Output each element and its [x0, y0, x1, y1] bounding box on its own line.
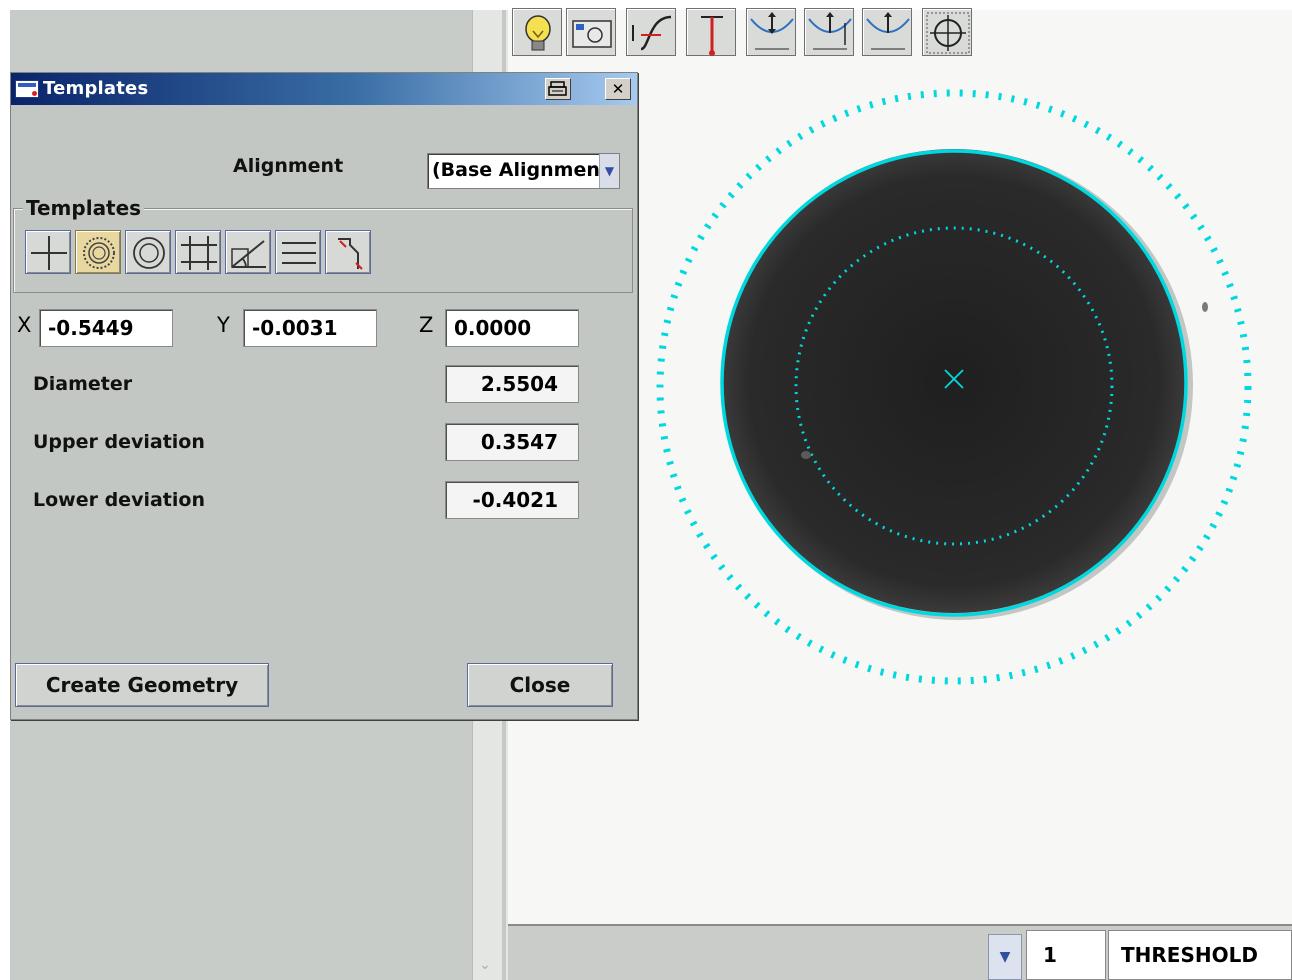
edge-profile-icon[interactable] — [626, 8, 676, 56]
scroll-down-icon[interactable]: ⌄ — [474, 954, 496, 976]
chevron-down-icon[interactable]: ▼ — [988, 934, 1022, 980]
alignment-select[interactable]: (Base Alignment) ▼ — [427, 153, 620, 189]
count-field[interactable]: 1 — [1026, 930, 1106, 980]
focus-z-icon[interactable] — [804, 8, 854, 56]
lower-deviation-field[interactable]: -0.4021 — [445, 481, 579, 519]
upper-deviation-field[interactable]: 0.3547 — [445, 423, 579, 461]
alignment-value: (Base Alignment) — [432, 159, 618, 181]
target-crosshair-icon[interactable] — [922, 8, 972, 56]
height-gauge-icon[interactable] — [686, 8, 736, 56]
x-input[interactable]: -0.5449 — [39, 309, 173, 347]
focus-f-icon[interactable] — [862, 8, 912, 56]
x-label: X — [17, 313, 32, 337]
crosshair-point-icon[interactable] — [25, 230, 71, 274]
light-bulb-icon[interactable] — [512, 8, 562, 56]
lower-deviation-label: Lower deviation — [33, 489, 205, 511]
grid-lines-icon[interactable] — [175, 230, 221, 274]
diameter-field[interactable]: 2.5504 — [445, 365, 579, 403]
camera-icon[interactable] — [566, 8, 616, 56]
y-input[interactable]: -0.0031 — [243, 309, 377, 347]
templates-group-label: Templates — [23, 196, 145, 220]
dialog-title: Templates — [43, 78, 149, 99]
mode-field[interactable]: THRESHOLD — [1108, 930, 1292, 980]
app-window-icon — [15, 80, 39, 98]
print-icon[interactable] — [545, 78, 571, 100]
close-button[interactable]: Close — [467, 663, 613, 707]
angle-arc-icon[interactable] — [225, 230, 271, 274]
z-label: Z — [419, 313, 434, 337]
y-label: Y — [217, 313, 230, 337]
circle-fit-icon[interactable] — [75, 230, 121, 274]
chevron-down-icon[interactable]: ▼ — [599, 154, 619, 188]
debris-speck — [1202, 302, 1208, 312]
create-geometry-button[interactable]: Create Geometry — [15, 663, 269, 707]
concentric-circles-icon[interactable] — [125, 230, 171, 274]
alignment-label: Alignment — [233, 155, 344, 177]
close-icon[interactable]: ✕ — [605, 78, 631, 100]
parallel-lines-icon[interactable] — [275, 230, 321, 274]
diameter-label: Diameter — [33, 373, 133, 395]
part-speck — [801, 451, 811, 459]
focus-af-icon[interactable] — [746, 8, 796, 56]
upper-deviation-label: Upper deviation — [33, 431, 205, 453]
arc-path-icon[interactable] — [325, 230, 371, 274]
templates-dialog: Templates ✕ Alignment (Base Alignment) ▼… — [10, 72, 638, 720]
dialog-titlebar[interactable]: Templates ✕ — [11, 73, 637, 105]
z-input[interactable]: 0.0000 — [445, 309, 579, 347]
